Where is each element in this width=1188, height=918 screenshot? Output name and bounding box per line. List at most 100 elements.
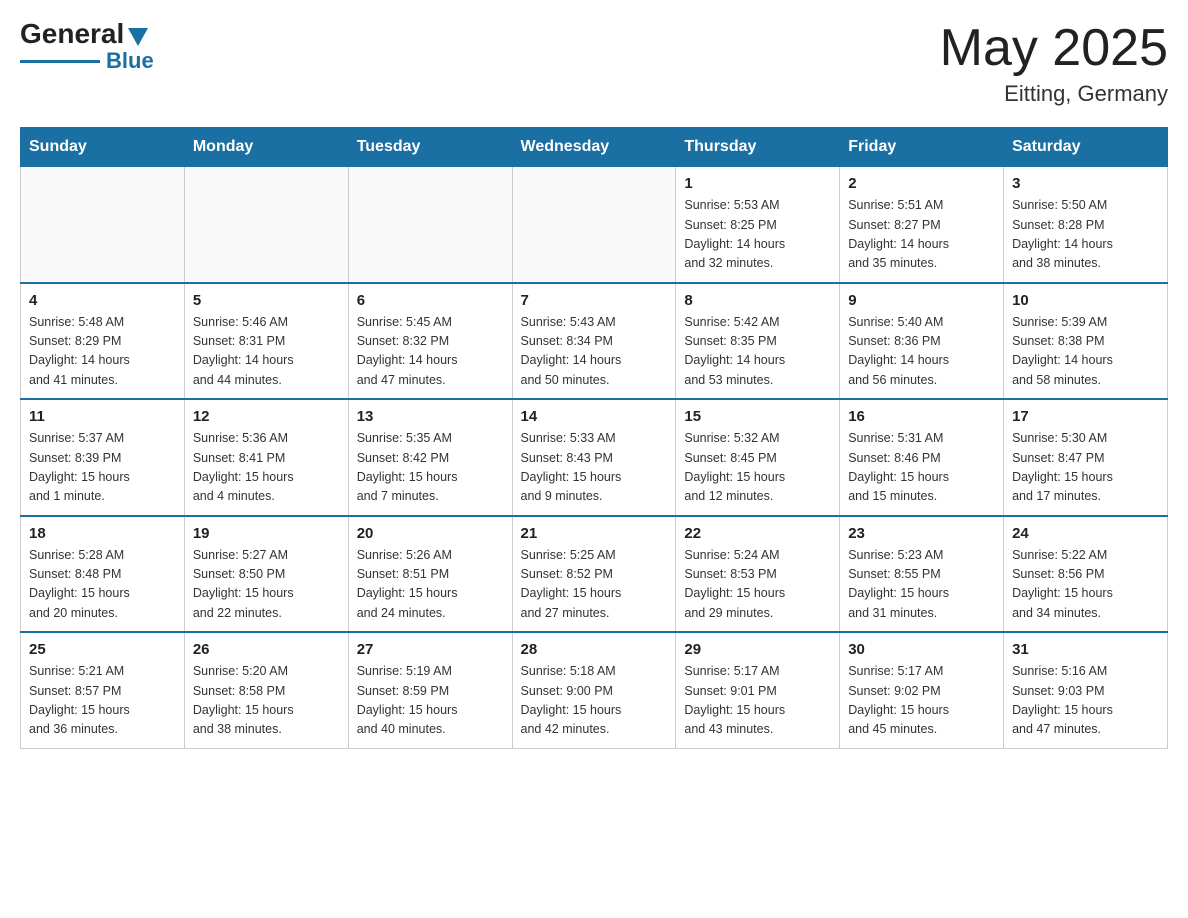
calendar-cell: 18 Sunrise: 5:28 AMSunset: 8:48 PMDayligh… xyxy=(21,516,185,633)
day-info: Sunrise: 5:26 AMSunset: 8:51 PMDaylight:… xyxy=(357,546,504,624)
day-info: Sunrise: 5:37 AMSunset: 8:39 PMDaylight:… xyxy=(29,429,176,507)
day-number: 17 xyxy=(1012,408,1159,425)
day-info: Sunrise: 5:30 AMSunset: 8:47 PMDaylight:… xyxy=(1012,429,1159,507)
calendar-cell: 19 Sunrise: 5:27 AMSunset: 8:50 PMDayligh… xyxy=(184,516,348,633)
day-number: 18 xyxy=(29,525,176,542)
day-info: Sunrise: 5:42 AMSunset: 8:35 PMDaylight:… xyxy=(684,313,831,391)
day-number: 11 xyxy=(29,408,176,425)
calendar-cell: 31 Sunrise: 5:16 AMSunset: 9:03 PMDayligh… xyxy=(1004,632,1168,748)
day-info: Sunrise: 5:46 AMSunset: 8:31 PMDaylight:… xyxy=(193,313,340,391)
col-sunday: Sunday xyxy=(21,128,185,167)
day-info: Sunrise: 5:18 AMSunset: 9:00 PMDaylight:… xyxy=(521,662,668,740)
calendar-cell: 1Sunrise: 5:53 AMSunset: 8:25 PMDaylight… xyxy=(676,167,840,283)
calendar-cell: 28 Sunrise: 5:18 AMSunset: 9:00 PMDayligh… xyxy=(512,632,676,748)
col-monday: Monday xyxy=(184,128,348,167)
day-number: 13 xyxy=(357,408,504,425)
day-number: 16 xyxy=(848,408,995,425)
day-number: 9 xyxy=(848,292,995,309)
day-number: 5 xyxy=(193,292,340,309)
calendar-cell: 23 Sunrise: 5:23 AMSunset: 8:55 PMDayligh… xyxy=(840,516,1004,633)
day-number: 6 xyxy=(357,292,504,309)
logo: General Blue xyxy=(20,20,154,74)
day-number: 31 xyxy=(1012,641,1159,658)
day-info: Sunrise: 5:28 AMSunset: 8:48 PMDaylight:… xyxy=(29,546,176,624)
calendar-cell: 27 Sunrise: 5:19 AMSunset: 8:59 PMDayligh… xyxy=(348,632,512,748)
calendar-cell xyxy=(21,167,185,283)
day-number: 21 xyxy=(521,525,668,542)
calendar-cell: 20 Sunrise: 5:26 AMSunset: 8:51 PMDayligh… xyxy=(348,516,512,633)
calendar-week-row: 18 Sunrise: 5:28 AMSunset: 8:48 PMDayligh… xyxy=(21,516,1168,633)
day-info: Sunrise: 5:21 AMSunset: 8:57 PMDaylight:… xyxy=(29,662,176,740)
day-info: Sunrise: 5:50 AMSunset: 8:28 PMDaylight:… xyxy=(1012,196,1159,274)
calendar-cell: 24Sunrise: 5:22 AMSunset: 8:56 PMDayligh… xyxy=(1004,516,1168,633)
day-number: 22 xyxy=(684,525,831,542)
col-tuesday: Tuesday xyxy=(348,128,512,167)
day-info: Sunrise: 5:39 AMSunset: 8:38 PMDaylight:… xyxy=(1012,313,1159,391)
day-number: 15 xyxy=(684,408,831,425)
page-header: General Blue May 2025 Eitting, Germany xyxy=(20,20,1168,107)
day-info: Sunrise: 5:24 AMSunset: 8:53 PMDaylight:… xyxy=(684,546,831,624)
calendar-cell: 15 Sunrise: 5:32 AMSunset: 8:45 PMDayligh… xyxy=(676,399,840,516)
col-thursday: Thursday xyxy=(676,128,840,167)
day-info: Sunrise: 5:23 AMSunset: 8:55 PMDaylight:… xyxy=(848,546,995,624)
day-number: 25 xyxy=(29,641,176,658)
calendar-cell: 7 Sunrise: 5:43 AMSunset: 8:34 PMDaylight… xyxy=(512,283,676,400)
day-number: 1 xyxy=(684,175,831,192)
day-number: 19 xyxy=(193,525,340,542)
day-number: 2 xyxy=(848,175,995,192)
day-number: 30 xyxy=(848,641,995,658)
day-number: 8 xyxy=(684,292,831,309)
calendar-cell: 12 Sunrise: 5:36 AMSunset: 8:41 PMDayligh… xyxy=(184,399,348,516)
day-info: Sunrise: 5:22 AMSunset: 8:56 PMDaylight:… xyxy=(1012,546,1159,624)
calendar-cell: 22 Sunrise: 5:24 AMSunset: 8:53 PMDayligh… xyxy=(676,516,840,633)
calendar-week-row: 4Sunrise: 5:48 AMSunset: 8:29 PMDaylight… xyxy=(21,283,1168,400)
day-number: 3 xyxy=(1012,175,1159,192)
day-number: 20 xyxy=(357,525,504,542)
calendar-cell xyxy=(184,167,348,283)
calendar-cell: 10 Sunrise: 5:39 AMSunset: 8:38 PMDayligh… xyxy=(1004,283,1168,400)
day-number: 23 xyxy=(848,525,995,542)
calendar-cell xyxy=(348,167,512,283)
logo-blue-text: Blue xyxy=(106,48,154,74)
day-number: 28 xyxy=(521,641,668,658)
calendar-week-row: 1Sunrise: 5:53 AMSunset: 8:25 PMDaylight… xyxy=(21,167,1168,283)
calendar-cell xyxy=(512,167,676,283)
day-info: Sunrise: 5:43 AMSunset: 8:34 PMDaylight:… xyxy=(521,313,668,391)
logo-general-text: General xyxy=(20,20,124,48)
day-number: 10 xyxy=(1012,292,1159,309)
day-info: Sunrise: 5:48 AMSunset: 8:29 PMDaylight:… xyxy=(29,313,176,391)
day-info: Sunrise: 5:36 AMSunset: 8:41 PMDaylight:… xyxy=(193,429,340,507)
day-info: Sunrise: 5:25 AMSunset: 8:52 PMDaylight:… xyxy=(521,546,668,624)
day-info: Sunrise: 5:17 AMSunset: 9:01 PMDaylight:… xyxy=(684,662,831,740)
calendar-cell: 8 Sunrise: 5:42 AMSunset: 8:35 PMDaylight… xyxy=(676,283,840,400)
calendar-cell: 13Sunrise: 5:35 AMSunset: 8:42 PMDayligh… xyxy=(348,399,512,516)
calendar-cell: 29 Sunrise: 5:17 AMSunset: 9:01 PMDayligh… xyxy=(676,632,840,748)
day-info: Sunrise: 5:45 AMSunset: 8:32 PMDaylight:… xyxy=(357,313,504,391)
day-info: Sunrise: 5:51 AMSunset: 8:27 PMDaylight:… xyxy=(848,196,995,274)
day-info: Sunrise: 5:31 AMSunset: 8:46 PMDaylight:… xyxy=(848,429,995,507)
calendar-cell: 3 Sunrise: 5:50 AMSunset: 8:28 PMDaylight… xyxy=(1004,167,1168,283)
calendar-cell: 2 Sunrise: 5:51 AMSunset: 8:27 PMDaylight… xyxy=(840,167,1004,283)
calendar-cell: 26Sunrise: 5:20 AMSunset: 8:58 PMDayligh… xyxy=(184,632,348,748)
calendar-header-row: Sunday Monday Tuesday Wednesday Thursday… xyxy=(21,128,1168,167)
calendar-cell: 9 Sunrise: 5:40 AMSunset: 8:36 PMDaylight… xyxy=(840,283,1004,400)
day-number: 29 xyxy=(684,641,831,658)
location-subtitle: Eitting, Germany xyxy=(940,81,1168,107)
day-info: Sunrise: 5:19 AMSunset: 8:59 PMDaylight:… xyxy=(357,662,504,740)
day-info: Sunrise: 5:27 AMSunset: 8:50 PMDaylight:… xyxy=(193,546,340,624)
calendar-cell: 4Sunrise: 5:48 AMSunset: 8:29 PMDaylight… xyxy=(21,283,185,400)
calendar-cell: 17 Sunrise: 5:30 AMSunset: 8:47 PMDayligh… xyxy=(1004,399,1168,516)
calendar-cell: 11 Sunrise: 5:37 AMSunset: 8:39 PMDayligh… xyxy=(21,399,185,516)
calendar-cell: 5 Sunrise: 5:46 AMSunset: 8:31 PMDaylight… xyxy=(184,283,348,400)
title-block: May 2025 Eitting, Germany xyxy=(940,20,1168,107)
calendar-cell: 30Sunrise: 5:17 AMSunset: 9:02 PMDayligh… xyxy=(840,632,1004,748)
col-wednesday: Wednesday xyxy=(512,128,676,167)
day-number: 7 xyxy=(521,292,668,309)
day-info: Sunrise: 5:40 AMSunset: 8:36 PMDaylight:… xyxy=(848,313,995,391)
col-saturday: Saturday xyxy=(1004,128,1168,167)
day-number: 14 xyxy=(521,408,668,425)
day-number: 27 xyxy=(357,641,504,658)
day-info: Sunrise: 5:32 AMSunset: 8:45 PMDaylight:… xyxy=(684,429,831,507)
day-info: Sunrise: 5:16 AMSunset: 9:03 PMDaylight:… xyxy=(1012,662,1159,740)
day-number: 12 xyxy=(193,408,340,425)
